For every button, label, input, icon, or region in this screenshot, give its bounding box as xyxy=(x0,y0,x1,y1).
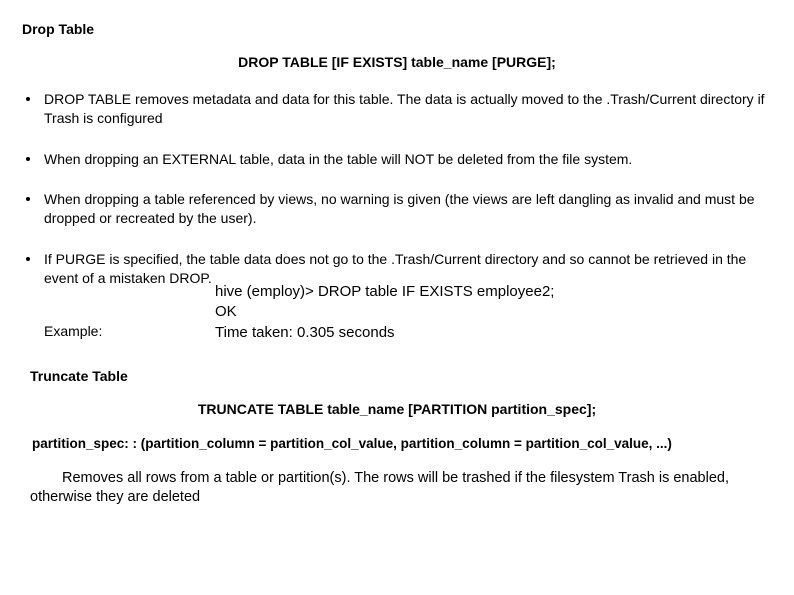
drop-table-syntax: DROP TABLE [IF EXISTS] table_name [PURGE… xyxy=(22,53,772,72)
code-line: Time taken: 0.305 seconds xyxy=(215,323,554,343)
truncate-description: Removes all rows from a table or partiti… xyxy=(30,469,772,508)
drop-table-heading: Drop Table xyxy=(22,20,772,39)
list-item: When dropping a table referenced by view… xyxy=(22,190,772,228)
list-item: DROP TABLE removes metadata and data for… xyxy=(22,90,772,128)
drop-table-bullets: DROP TABLE removes metadata and data for… xyxy=(22,90,772,341)
code-line: hive (employ)> DROP table IF EXISTS empl… xyxy=(215,282,554,302)
partition-spec: partition_spec: : (partition_column = pa… xyxy=(32,435,772,453)
truncate-syntax: TRUNCATE TABLE table_name [PARTITION par… xyxy=(22,400,772,419)
truncate-section: Truncate Table TRUNCATE TABLE table_name… xyxy=(22,367,772,508)
list-item: When dropping an EXTERNAL table, data in… xyxy=(22,150,772,169)
example-code: hive (employ)> DROP table IF EXISTS empl… xyxy=(215,282,554,343)
list-item: If PURGE is specified, the table data do… xyxy=(22,250,772,341)
code-line: OK xyxy=(215,302,554,322)
truncate-heading: Truncate Table xyxy=(30,367,772,386)
purge-text: If PURGE is specified, the table data do… xyxy=(44,251,746,286)
